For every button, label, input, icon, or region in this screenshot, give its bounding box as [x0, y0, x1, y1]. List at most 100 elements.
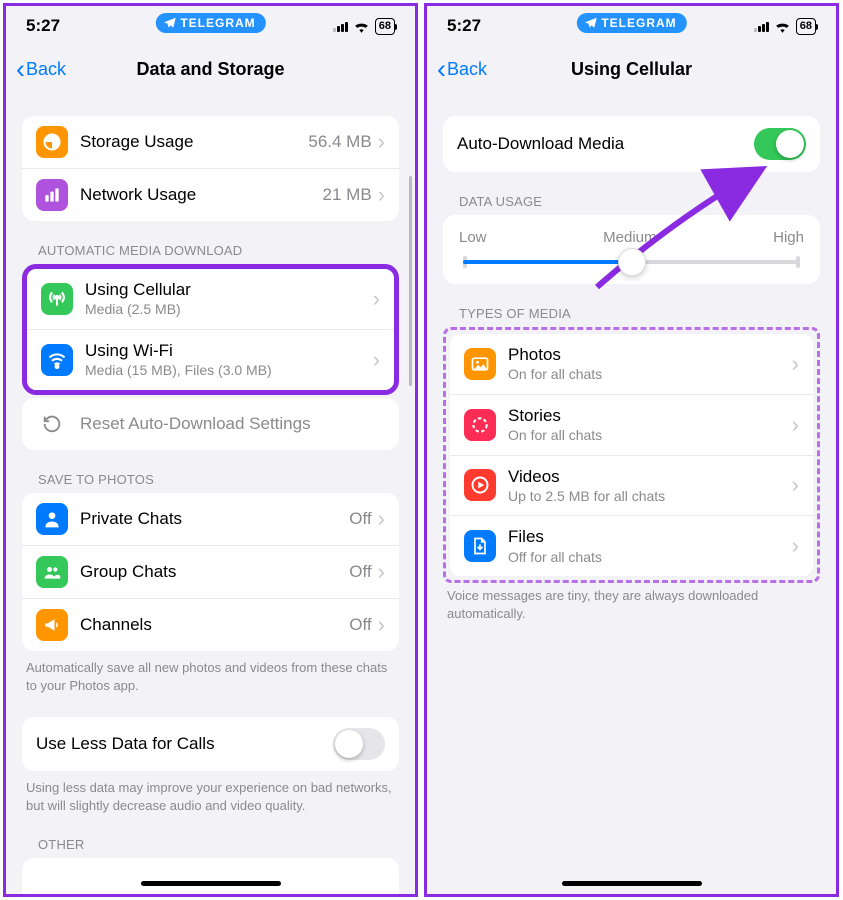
- row-subtitle: Media (15 MB), Files (3.0 MB): [85, 362, 373, 380]
- status-app-label: TELEGRAM: [601, 16, 676, 30]
- section-header-save: SAVE TO PHOTOS: [38, 472, 399, 487]
- phone-using-cellular: 5:27 TELEGRAM 68 ‹ Back Using Cellular A…: [424, 3, 839, 897]
- status-pill-telegram[interactable]: TELEGRAM: [576, 13, 686, 33]
- row-value: Off: [349, 509, 371, 529]
- row-title: Channels: [80, 614, 349, 635]
- chevron-right-icon: ›: [373, 347, 380, 373]
- chevron-right-icon: ›: [378, 506, 385, 532]
- photos-icon: [464, 348, 496, 380]
- row-use-less-data[interactable]: Use Less Data for Calls: [22, 717, 399, 771]
- row-using-wifi[interactable]: Using Wi-Fi Media (15 MB), Files (3.0 MB…: [27, 329, 394, 390]
- status-bar: 5:27 TELEGRAM 68: [427, 6, 836, 46]
- chevron-right-icon: ›: [792, 412, 799, 438]
- row-value: Off: [349, 615, 371, 635]
- chevron-right-icon: ›: [792, 533, 799, 559]
- row-subtitle: Off for all chats: [508, 549, 792, 567]
- storage-icon: [36, 126, 68, 158]
- row-using-cellular[interactable]: Using Cellular Media (2.5 MB) ›: [27, 269, 394, 329]
- row-channels[interactable]: Channels Off ›: [22, 598, 399, 651]
- row-videos[interactable]: Videos Up to 2.5 MB for all chats ›: [450, 455, 813, 516]
- section-header-data-usage: DATA USAGE: [459, 194, 820, 209]
- megaphone-icon: [36, 609, 68, 641]
- row-value: 56.4 MB: [308, 132, 371, 152]
- row-title: Files: [508, 526, 792, 547]
- back-button[interactable]: ‹ Back: [437, 59, 487, 80]
- row-title: Photos: [508, 344, 792, 365]
- slider-data-usage[interactable]: Low Medium High: [443, 215, 820, 284]
- row-files[interactable]: Files Off for all chats ›: [450, 515, 813, 576]
- row-photos[interactable]: Photos On for all chats ›: [450, 334, 813, 394]
- chevron-right-icon: ›: [792, 351, 799, 377]
- row-title: Videos: [508, 466, 792, 487]
- slider-thumb[interactable]: [618, 248, 646, 276]
- status-right: 68: [754, 18, 816, 35]
- toggle-auto-download[interactable]: [754, 128, 806, 160]
- row-title: Group Chats: [80, 561, 349, 582]
- reset-icon: [36, 408, 68, 440]
- slider-label-medium: Medium: [603, 229, 656, 246]
- toggle-less-data[interactable]: [333, 728, 385, 760]
- row-title: Private Chats: [80, 508, 349, 529]
- row-title: Use Less Data for Calls: [36, 733, 333, 754]
- row-subtitle: Up to 2.5 MB for all chats: [508, 488, 792, 506]
- files-icon: [464, 530, 496, 562]
- highlight-automatic-download: Using Cellular Media (2.5 MB) › Using Wi…: [22, 264, 399, 395]
- chevron-right-icon: ›: [378, 612, 385, 638]
- row-subtitle: Media (2.5 MB): [85, 301, 373, 319]
- status-pill-telegram[interactable]: TELEGRAM: [155, 13, 265, 33]
- row-network-usage[interactable]: Network Usage 21 MB ›: [22, 168, 399, 221]
- row-subtitle: On for all chats: [508, 366, 792, 384]
- signal-icon: [333, 20, 348, 32]
- back-label: Back: [447, 59, 487, 80]
- nav-bar: ‹ Back Using Cellular: [427, 46, 836, 92]
- chevron-right-icon: ›: [378, 559, 385, 585]
- row-auto-download-media[interactable]: Auto-Download Media: [443, 116, 820, 172]
- row-title: Stories: [508, 405, 792, 426]
- row-stories[interactable]: Stories On for all chats ›: [450, 394, 813, 455]
- chevron-right-icon: ›: [378, 182, 385, 208]
- status-right: 68: [333, 18, 395, 35]
- status-bar: 5:27 TELEGRAM 68: [6, 6, 415, 46]
- row-value: 21 MB: [323, 185, 372, 205]
- row-title: Using Wi-Fi: [85, 340, 373, 361]
- row-subtitle: On for all chats: [508, 427, 792, 445]
- telegram-icon: [162, 16, 176, 30]
- section-header-types: TYPES OF MEDIA: [459, 306, 820, 321]
- cellular-icon: [41, 283, 73, 315]
- row-title: Using Cellular: [85, 279, 373, 300]
- phone-data-and-storage: 5:27 TELEGRAM 68 ‹ Back Data and Storage: [3, 3, 418, 897]
- highlight-types-of-media: Photos On for all chats › Stories On for…: [443, 327, 820, 583]
- wifi-row-icon: [41, 344, 73, 376]
- page-title: Data and Storage: [6, 59, 415, 80]
- chevron-right-icon: ›: [373, 286, 380, 312]
- section-header-other: OTHER: [38, 837, 399, 852]
- person-icon: [36, 503, 68, 535]
- status-time: 5:27: [26, 16, 60, 36]
- footer-voice-messages: Voice messages are tiny, they are always…: [447, 587, 816, 623]
- back-button[interactable]: ‹ Back: [16, 59, 66, 80]
- wifi-icon: [774, 20, 791, 33]
- battery-icon: 68: [375, 18, 395, 35]
- footer-save: Automatically save all new photos and vi…: [26, 659, 395, 695]
- row-group-chats[interactable]: Group Chats Off ›: [22, 545, 399, 598]
- videos-icon: [464, 469, 496, 501]
- scroll-indicator: [409, 176, 412, 386]
- network-icon: [36, 179, 68, 211]
- home-indicator[interactable]: [562, 881, 702, 886]
- row-reset-autodownload[interactable]: Reset Auto-Download Settings: [22, 398, 399, 450]
- slider-label-high: High: [773, 229, 804, 246]
- nav-bar: ‹ Back Data and Storage: [6, 46, 415, 92]
- row-value: Off: [349, 562, 371, 582]
- section-header-automatic: AUTOMATIC MEDIA DOWNLOAD: [38, 243, 399, 258]
- row-storage-usage[interactable]: Storage Usage 56.4 MB ›: [22, 116, 399, 168]
- status-app-label: TELEGRAM: [180, 16, 255, 30]
- page-title: Using Cellular: [427, 59, 836, 80]
- row-private-chats[interactable]: Private Chats Off ›: [22, 493, 399, 545]
- chevron-right-icon: ›: [378, 129, 385, 155]
- group-icon: [36, 556, 68, 588]
- back-label: Back: [26, 59, 66, 80]
- home-indicator[interactable]: [141, 881, 281, 886]
- slider-label-low: Low: [459, 229, 487, 246]
- reset-label: Reset Auto-Download Settings: [80, 413, 311, 434]
- telegram-icon: [583, 16, 597, 30]
